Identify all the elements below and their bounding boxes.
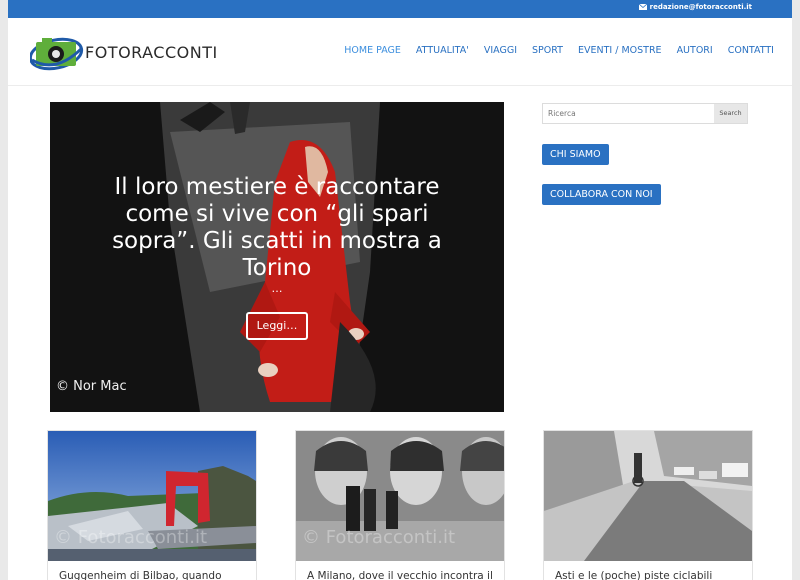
logo-text: FOTORACCONTI [85, 42, 218, 62]
site-logo[interactable]: FOTORACCONTI [30, 34, 218, 72]
watermark: © Fotoracconti.it [302, 527, 455, 548]
post-title-milano[interactable]: A Milano, dove il vecchio incontra il [307, 570, 493, 580]
post-image-bilbao[interactable]: © Fotoracconti.it [48, 431, 256, 561]
post-title-asti[interactable]: Asti e le (poche) piste ciclabili [555, 570, 712, 580]
post-image-asti[interactable] [544, 431, 752, 561]
chi-siamo-button[interactable]: CHI SIAMO [542, 144, 609, 165]
asti-photo [544, 431, 752, 561]
nav-viaggi[interactable]: VIAGGI [484, 45, 517, 56]
nav-home-page[interactable]: HOME PAGE [344, 45, 401, 56]
post-title-bilbao[interactable]: Guggenheim di Bilbao, quando [59, 570, 222, 580]
nav-autori[interactable]: AUTORI [677, 45, 713, 56]
page: redazione@fotoracconti.it FOTORACCONTI H… [8, 0, 792, 580]
camera-logo-icon [30, 37, 84, 71]
search-button[interactable]: Search [714, 104, 747, 123]
contact-email-link[interactable]: redazione@fotoracconti.it [638, 3, 752, 11]
nav-sport[interactable]: SPORT [532, 45, 563, 56]
top-bar: redazione@fotoracconti.it [8, 0, 792, 18]
hero-title: Il loro mestiere è raccontare come si vi… [112, 174, 442, 281]
photo-credit: © Nor Mac [56, 379, 127, 394]
hero-ellipsis: … [271, 282, 283, 295]
post-card-milano[interactable]: © Fotoracconti.it A Milano, dove il vecc… [295, 430, 505, 580]
nav-attualita[interactable]: ATTUALITA' [416, 45, 469, 56]
main-nav: HOME PAGE ATTUALITA' VIAGGI SPORT EVENTI… [344, 45, 774, 56]
nav-contatti[interactable]: CONTATTI [728, 45, 774, 56]
collabora-button[interactable]: COLLABORA CON NOI [542, 184, 661, 205]
watermark: © Fotoracconti.it [54, 527, 207, 548]
contact-email-text: redazione@fotoracconti.it [649, 3, 752, 11]
read-more-button[interactable]: Leggi… [246, 312, 308, 340]
post-card-asti[interactable]: Asti e le (poche) piste ciclabili [543, 430, 753, 580]
search-form: Search [542, 103, 748, 124]
mail-icon [638, 4, 647, 10]
nav-eventi-mostre[interactable]: EVENTI / MOSTRE [578, 45, 662, 56]
site-header: FOTORACCONTI HOME PAGE ATTUALITA' VIAGGI… [8, 18, 792, 86]
post-card-bilbao[interactable]: © Fotoracconti.it Guggenheim di Bilbao, … [47, 430, 257, 580]
post-image-milano[interactable]: © Fotoracconti.it [296, 431, 504, 561]
search-input[interactable] [543, 104, 716, 123]
hero-slider[interactable]: Il loro mestiere è raccontare come si vi… [50, 102, 504, 412]
